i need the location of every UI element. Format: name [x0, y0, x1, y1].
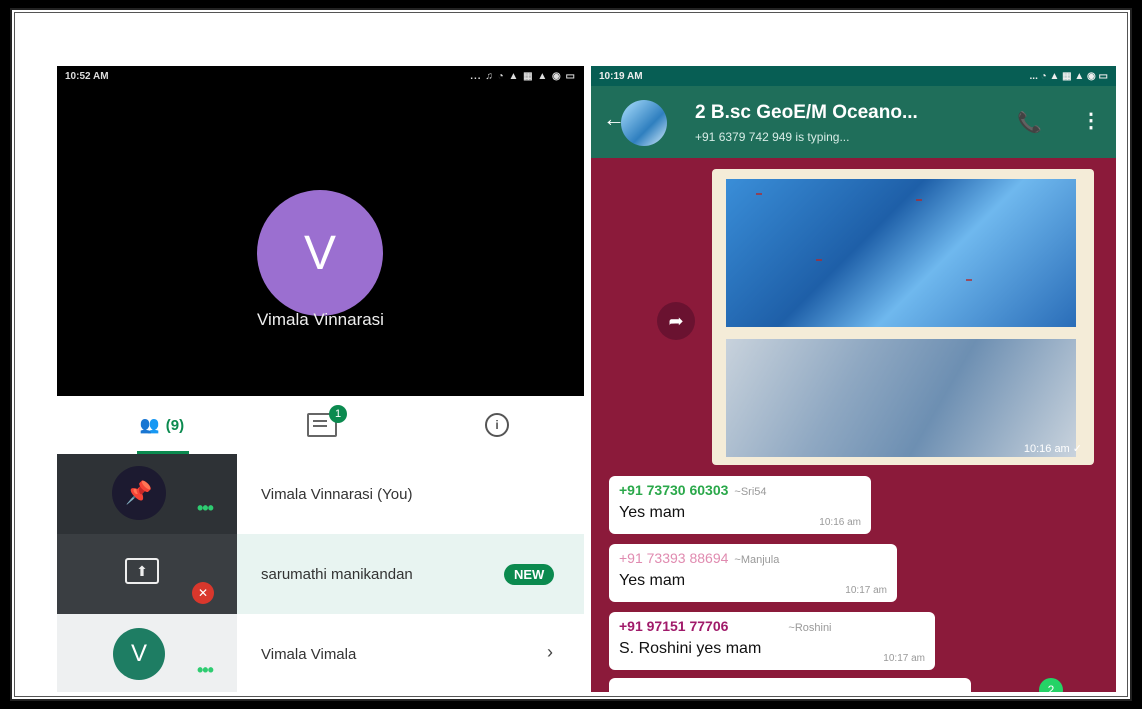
map-label [916, 199, 922, 201]
group-avatar[interactable] [621, 100, 667, 146]
map-label [756, 193, 762, 195]
message-bubble[interactable]: +91 73730 60303 ~Sri54 Yes mam 10:16 am [609, 476, 871, 534]
message-bubble[interactable]: +91 73393 88694 ~Manjula Yes mam 10:17 am [609, 544, 897, 602]
participant-row[interactable]: V ••• Vimala Vimala › [57, 614, 584, 692]
muted-mic-icon: ✕ [192, 582, 214, 604]
message-time: 10:16 am [819, 517, 861, 528]
sender-alias: ~Sri54 [734, 486, 767, 498]
participant-row[interactable]: ⬆ ✕ sarumathi manikandan NEW [57, 534, 584, 614]
status-time: 10:52 AM [65, 70, 109, 82]
participant-row[interactable]: 📌 ••• Vimala Vinnarasi (You) [57, 454, 584, 534]
present-screen-icon: ⬆ [125, 558, 159, 584]
whatsapp-screen: 10:19 AM ... ◔ ▲ ▦ ▲ ◉ ▭ ← 2 B.sc GeoE/M… [591, 66, 1116, 692]
more-icon[interactable]: ••• [197, 498, 214, 519]
status-time: 10:19 AM [599, 70, 643, 82]
more-vert-icon[interactable]: ⋮ [1081, 108, 1101, 133]
participant-thumb: ⬆ ✕ [57, 534, 237, 614]
typing-status: +91 6379 742 949 is typing... [695, 130, 850, 144]
meet-screen: 10:52 AM ... ♫ ◔ ▲ ▦ ▲ ◉ ▭ V Vimala Vinn… [57, 66, 584, 692]
sender-number: +91 73393 88694 [619, 550, 729, 566]
more-icon[interactable]: ••• [197, 660, 214, 681]
message-bubble[interactable]: +91 97151 77706 ~Roshini S. Roshini yes m… [609, 612, 935, 670]
tab-info[interactable]: i [457, 396, 537, 454]
caller-name: Vimala Vinnarasi [257, 310, 384, 329]
status-icons: ... ◔ ▲ ▦ ▲ ◉ ▭ [1029, 70, 1108, 82]
meeting-tabs: 👥 (9) 1 i [57, 396, 584, 455]
info-icon: i [485, 413, 509, 437]
participant-avatar: V [113, 628, 165, 680]
sender-number: +91 97151 77706 [619, 618, 729, 634]
chat-icon: 1 [307, 405, 347, 437]
status-bar: 10:19 AM ... ◔ ▲ ▦ ▲ ◉ ▭ [591, 66, 1116, 86]
chat-header: ← 2 B.sc GeoE/M Oceano... +91 6379 742 9… [591, 86, 1116, 158]
participant-name: Vimala Vimala [261, 645, 357, 663]
tab-people[interactable]: 👥 (9) [87, 396, 237, 454]
people-count: (9) [165, 416, 185, 434]
sender-alias: ~Manjula [734, 554, 780, 566]
relief-map-image[interactable] [726, 339, 1076, 457]
participant-thumb: V ••• [57, 614, 237, 692]
caller-avatar: V [257, 190, 383, 316]
video-tile: 10:52 AM ... ♫ ◔ ▲ ▦ ▲ ◉ ▭ V Vimala Vinn… [57, 66, 584, 396]
tab-chat[interactable]: 1 [287, 396, 357, 454]
message-time: 10:17 am [883, 653, 925, 664]
forward-icon[interactable]: ➦ [657, 302, 695, 340]
map-label [816, 259, 822, 261]
chat-badge: 1 [329, 405, 347, 423]
group-title[interactable]: 2 B.sc GeoE/M Oceano... [695, 102, 918, 124]
add-call-icon[interactable]: 📞 [1017, 110, 1042, 135]
message-text: S. Roshini yes mam [619, 640, 762, 657]
chevron-right-icon[interactable]: › [547, 642, 553, 663]
sender-number: +91 73730 60303 [619, 482, 729, 498]
ocean-map-image[interactable] [726, 179, 1076, 327]
message-time: 10:17 am [845, 585, 887, 596]
people-icon: 👥 [139, 417, 160, 434]
new-badge: NEW [504, 564, 555, 585]
image-message[interactable]: 10:16 am ✓ [712, 169, 1094, 465]
participant-name: Vimala Vinnarasi (You) [261, 485, 413, 503]
status-bar: 10:52 AM ... ♫ ◔ ▲ ▦ ▲ ◉ ▭ [57, 66, 584, 86]
message-time: 10:16 am ✓ [1023, 443, 1082, 455]
message-bubble-partial[interactable] [609, 678, 971, 692]
map-label [966, 279, 972, 281]
pin-icon[interactable]: 📌 [112, 466, 166, 520]
unread-count-badge[interactable]: 2 [1039, 678, 1063, 692]
sender-alias: ~Roshini [788, 622, 832, 634]
participant-thumb: 📌 ••• [57, 454, 237, 534]
status-icons: ... ♫ ◔ ▲ ▦ ▲ ◉ ▭ [470, 70, 576, 82]
participant-name: sarumathi manikandan [261, 565, 413, 583]
